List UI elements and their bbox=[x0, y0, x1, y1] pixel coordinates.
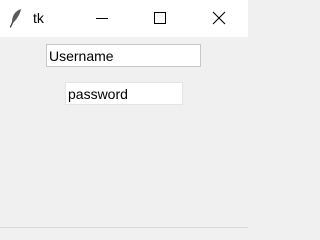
minimize-icon bbox=[96, 18, 108, 19]
feather-icon bbox=[9, 8, 23, 28]
password-input[interactable] bbox=[65, 82, 183, 105]
close-button[interactable] bbox=[196, 0, 242, 37]
username-input[interactable] bbox=[46, 44, 201, 67]
app-window: tk bbox=[0, 0, 248, 228]
client-area bbox=[0, 37, 248, 227]
window-title: tk bbox=[33, 10, 44, 26]
close-icon bbox=[212, 11, 226, 25]
minimize-button[interactable] bbox=[79, 0, 125, 37]
title-bar[interactable]: tk bbox=[0, 0, 248, 37]
maximize-icon bbox=[154, 12, 166, 24]
maximize-button[interactable] bbox=[137, 0, 183, 37]
